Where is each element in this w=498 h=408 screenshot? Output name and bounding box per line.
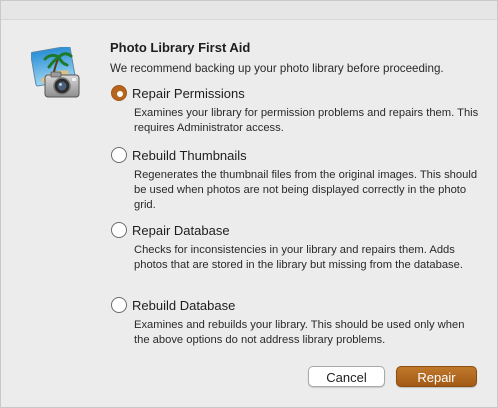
radio-rebuild-database[interactable] xyxy=(111,297,127,313)
window-titlebar xyxy=(1,1,497,20)
radio-rebuild-thumbnails[interactable] xyxy=(111,147,127,163)
option-description: Regenerates the thumbnail files from the… xyxy=(134,169,478,211)
first-aid-dialog: Photo Library First Aid We recommend bac… xyxy=(0,0,498,408)
repair-button[interactable]: Repair xyxy=(396,366,477,387)
dialog-title: Photo Library First Aid xyxy=(110,40,251,55)
option-label[interactable]: Rebuild Database xyxy=(132,298,235,313)
option-description: Examines your library for permission pro… xyxy=(134,107,479,134)
option-label[interactable]: Repair Database xyxy=(132,223,230,238)
option-rebuild-database[interactable]: Rebuild Database Examines and rebuilds y… xyxy=(111,297,481,348)
option-description: Examines and rebuilds your library. This… xyxy=(134,319,465,346)
option-rebuild-thumbnails[interactable]: Rebuild Thumbnails Regenerates the thumb… xyxy=(111,147,481,213)
dialog-subtitle: We recommend backing up your photo libra… xyxy=(110,62,444,75)
option-repair-permissions[interactable]: Repair Permissions Examines your library… xyxy=(111,85,481,136)
option-description: Checks for inconsistencies in your libra… xyxy=(134,244,463,271)
photo-library-camera-icon xyxy=(31,47,80,98)
radio-repair-database[interactable] xyxy=(111,222,127,238)
option-label[interactable]: Rebuild Thumbnails xyxy=(132,148,247,163)
option-repair-database[interactable]: Repair Database Checks for inconsistenci… xyxy=(111,222,481,273)
radio-repair-permissions[interactable] xyxy=(111,85,127,101)
cancel-button[interactable]: Cancel xyxy=(308,366,385,387)
option-label[interactable]: Repair Permissions xyxy=(132,86,245,101)
